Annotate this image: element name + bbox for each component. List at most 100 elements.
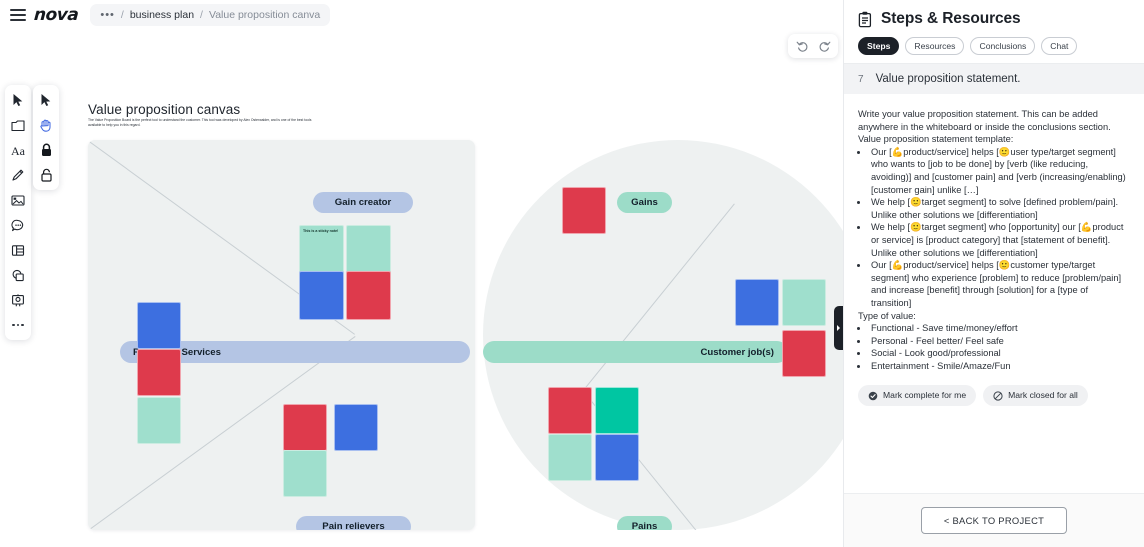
- sticky-note[interactable]: [284, 451, 326, 496]
- mark-closed-label: Mark closed for all: [1008, 390, 1078, 401]
- tab-chat[interactable]: Chat: [1041, 37, 1078, 55]
- app-root: nova ••• / business plan / Value proposi…: [0, 0, 1144, 547]
- mark-complete-label: Mark complete for me: [883, 390, 967, 401]
- breadcrumb-sep-2: /: [200, 9, 203, 21]
- more-tools[interactable]: [9, 316, 27, 334]
- page-title: Steps & Resources: [881, 10, 1021, 27]
- step-intro: Write your value proposition statement. …: [858, 109, 1111, 145]
- breadcrumb: ••• / business plan / Value proposition …: [90, 4, 331, 26]
- step-header: 7 Value proposition statement.: [844, 63, 1144, 94]
- whiteboard-canvas[interactable]: Value proposition canvas The Value Propo…: [0, 30, 843, 547]
- comment-tool[interactable]: [9, 216, 27, 234]
- sticky-note[interactable]: [549, 388, 591, 433]
- sticky-note[interactable]: [596, 435, 638, 480]
- sticky-note[interactable]: [347, 226, 390, 273]
- select-tool[interactable]: [9, 91, 27, 109]
- template-item: We help [🙂target segment] to solve [defi…: [869, 196, 1130, 221]
- draw-tool[interactable]: [9, 166, 27, 184]
- sticky-note[interactable]: [596, 388, 638, 433]
- value-type-item: Social - Look good/professional: [869, 347, 1130, 360]
- sticky-note[interactable]: [347, 272, 390, 319]
- check-circle-icon: [868, 391, 878, 401]
- label-gain-creator[interactable]: Gain creator: [313, 192, 413, 213]
- tab-conclusions[interactable]: Conclusions: [970, 37, 1036, 55]
- step-body: Write your value proposition statement. …: [844, 94, 1144, 493]
- table-tool[interactable]: [9, 241, 27, 259]
- sticky-note[interactable]: [335, 405, 377, 450]
- value-type-item: Entertainment - Smile/Amaze/Fun: [869, 360, 1130, 373]
- breadcrumb-board[interactable]: Value proposition canva: [209, 9, 320, 21]
- template-item: We help [🙂target segment] who [opportuni…: [869, 221, 1130, 259]
- hand-mode[interactable]: [37, 116, 55, 134]
- label-pains[interactable]: Pains: [617, 516, 672, 530]
- ban-circle-icon: [993, 391, 1003, 401]
- breadcrumb-more-icon[interactable]: •••: [100, 10, 115, 21]
- tab-steps[interactable]: Steps: [858, 37, 900, 55]
- breadcrumb-sep-1: /: [120, 9, 124, 21]
- label-gain-creator-text: Gain creator: [334, 197, 392, 208]
- sticky-note[interactable]: [563, 188, 605, 233]
- value-type-item: Functional - Save time/money/effort: [869, 322, 1130, 335]
- lock-closed-mode[interactable]: [37, 141, 55, 159]
- redo-icon[interactable]: [814, 36, 834, 56]
- sticky-note[interactable]: [736, 280, 778, 325]
- image-tool[interactable]: [9, 191, 27, 209]
- sticky-note[interactable]: [300, 272, 343, 319]
- panel-header: Steps & Resources Steps Resources Conclusi…: [844, 0, 1144, 63]
- customer-profile-frame[interactable]: Gains Customer job(s) Pains: [483, 140, 843, 530]
- left-toolbar: Aa: [5, 85, 31, 340]
- hamburger-icon[interactable]: [10, 9, 26, 21]
- text-tool[interactable]: Aa: [9, 141, 27, 159]
- undo-icon[interactable]: [792, 36, 812, 56]
- sticky-note[interactable]: [138, 303, 180, 348]
- back-to-project-button[interactable]: < BACK TO PROJECT: [920, 507, 1068, 534]
- label-pain-relievers[interactable]: Pain relievers: [296, 516, 411, 530]
- sticky-note[interactable]: [138, 398, 180, 443]
- sticky-note-text: This is a sticky note!: [303, 229, 339, 233]
- clipboard-icon: [858, 11, 872, 27]
- undo-redo-group: [788, 34, 838, 58]
- label-gains[interactable]: Gains: [617, 192, 672, 213]
- panel-tabs: Steps Resources Conclusions Chat: [858, 37, 1130, 63]
- frame-tool[interactable]: [9, 116, 27, 134]
- sticky-note[interactable]: [284, 405, 326, 450]
- sticky-note[interactable]: [138, 350, 180, 395]
- brand-logo[interactable]: nova: [33, 5, 79, 25]
- presentation-tool[interactable]: [9, 291, 27, 309]
- breadcrumb-project[interactable]: business plan: [130, 9, 194, 21]
- svg-text:Aa: Aa: [11, 144, 26, 157]
- template-list: Our [💪product/service] helps [🙂user type…: [869, 146, 1130, 310]
- panel-title-row: Steps & Resources: [858, 10, 1130, 28]
- label-pains-text: Pains: [631, 521, 658, 530]
- sticky-note[interactable]: This is a sticky note!: [300, 226, 343, 273]
- label-pain-relievers-text: Pain relievers: [322, 521, 385, 530]
- sticky-note[interactable]: [549, 435, 591, 480]
- panel-footer: < BACK TO PROJECT: [844, 493, 1144, 547]
- value-map-frame[interactable]: Gain creator Product & Services Pain rel…: [88, 140, 475, 530]
- sticky-note[interactable]: [783, 331, 825, 376]
- tab-resources[interactable]: Resources: [905, 37, 965, 55]
- cursor-mode[interactable]: [37, 91, 55, 109]
- mark-complete-button[interactable]: Mark complete for me: [858, 385, 977, 407]
- mark-closed-button[interactable]: Mark closed for all: [983, 385, 1088, 407]
- label-customer-jobs-text: Customer job(s): [700, 346, 774, 358]
- top-bar: nova ••• / business plan / Value proposi…: [0, 0, 843, 30]
- steps-resources-panel: Steps & Resources Steps Resources Conclusi…: [843, 0, 1144, 547]
- mode-toolbar: [33, 85, 59, 190]
- sticky-note[interactable]: [783, 280, 825, 325]
- template-item: Our [💪product/service] helps [🙂customer …: [869, 259, 1130, 309]
- board-subtitle: The Value Proposition Board is the perfe…: [88, 118, 312, 128]
- shapes-tool[interactable]: [9, 266, 27, 284]
- step-number: 7: [858, 74, 864, 85]
- label-customer-jobs[interactable]: Customer job(s): [483, 341, 788, 363]
- board-title: Value proposition canvas: [88, 102, 241, 117]
- mark-actions: Mark complete for me Mark closed for all: [858, 385, 1130, 407]
- lock-open-mode[interactable]: [37, 166, 55, 184]
- type-of-value-heading: Type of value:: [858, 310, 916, 321]
- expand-panel-handle[interactable]: [834, 306, 843, 350]
- label-gains-text: Gains: [631, 197, 658, 208]
- template-item: Our [💪product/service] helps [🙂user type…: [869, 146, 1130, 196]
- step-title: Value proposition statement.: [875, 73, 1021, 85]
- type-of-value-list: Functional - Save time/money/effortPerso…: [869, 322, 1130, 372]
- chevron-right-icon: [837, 325, 840, 331]
